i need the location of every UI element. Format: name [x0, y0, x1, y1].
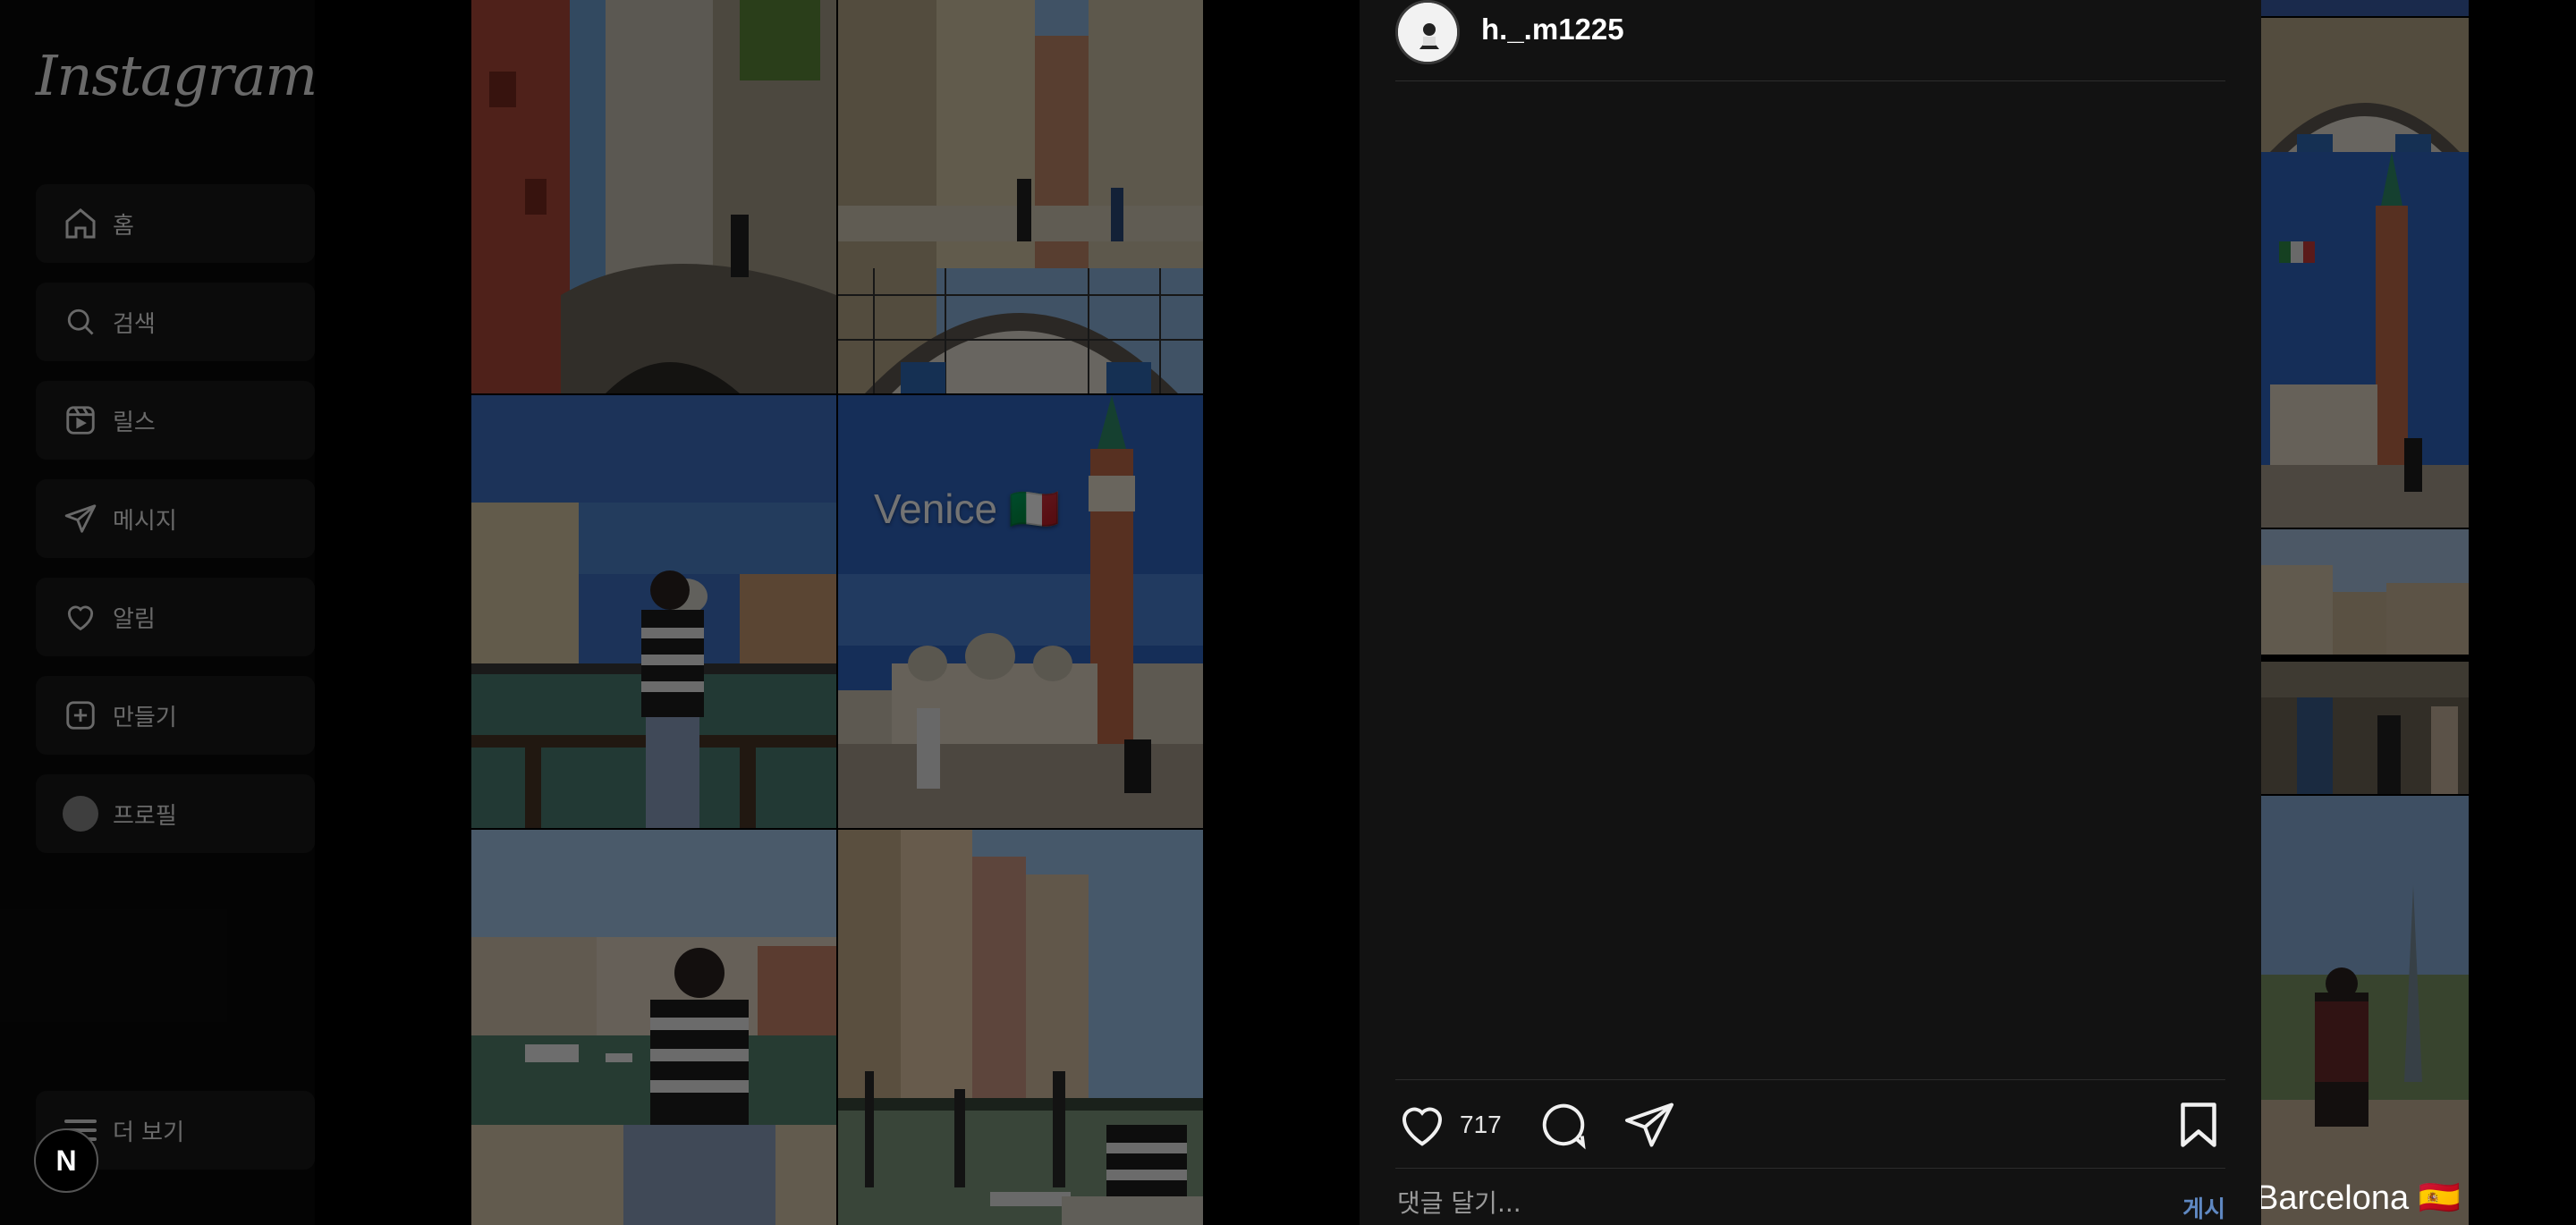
photo-venice-footbridge — [838, 0, 1203, 393]
send-icon — [61, 499, 100, 538]
photo-canal-seated — [471, 830, 836, 1225]
sidebar-item-create[interactable]: 만들기 — [36, 676, 315, 755]
sidebar-item-messages[interactable]: 메시지 — [36, 479, 315, 558]
sidebar-item-reels[interactable]: 릴스 — [36, 381, 315, 460]
like-button[interactable] — [1395, 1098, 1449, 1156]
sidebar-item-label: 만들기 — [113, 704, 177, 731]
sidebar-item-label: 검색 — [113, 310, 156, 338]
post-username[interactable]: h._.m1225 — [1481, 13, 1624, 46]
search-icon — [61, 302, 100, 342]
sidebar-item-label: 릴스 — [113, 409, 156, 436]
profile-avatar — [61, 794, 100, 833]
share-button[interactable] — [1623, 1098, 1676, 1156]
photo-caption-venice: Venice 🇮🇹 — [874, 486, 1061, 532]
sidebar-item-label: 홈 — [113, 212, 134, 240]
bookmark-icon — [2181, 1102, 2216, 1147]
sidebar-item-label: 더 보기 — [113, 1119, 185, 1146]
home-icon — [61, 204, 100, 243]
reels-icon — [61, 401, 100, 440]
photo-canal-dock — [838, 830, 1203, 1225]
sidebar-item-home[interactable]: 홈 — [36, 184, 315, 263]
photo-san-marco-campanile: Venice 🇮🇹 — [838, 395, 1203, 828]
comment-icon — [1542, 1103, 1586, 1150]
instagram-logo[interactable]: Instagram — [36, 43, 318, 108]
thumb-campanile — [2261, 152, 2469, 528]
comment-composer: 게시 — [1395, 1180, 2225, 1225]
post-actions-bar: 717 — [1395, 1079, 2225, 1169]
post-comment-button[interactable]: 게시 — [2182, 1191, 2225, 1224]
post-header: h._.m1225 — [1395, 0, 2225, 81]
like-count[interactable]: 717 — [1460, 1111, 1502, 1139]
user-avatar[interactable] — [1395, 0, 1460, 64]
thumb-top-strip — [2261, 0, 2469, 16]
heart-icon — [61, 597, 100, 637]
thumb-street-buildings — [2261, 529, 2469, 655]
post-detail-panel: h._.m1225 717 게시 — [1360, 0, 2261, 1225]
heart-icon — [1402, 1107, 1443, 1146]
plus-square-icon — [61, 696, 100, 735]
sidebar-item-profile[interactable]: 프로필 — [36, 774, 315, 853]
photo-caption-barcelona: Barcelona 🇪🇸 — [2256, 1179, 2461, 1217]
sidebar-item-search[interactable]: 검색 — [36, 283, 315, 361]
save-button[interactable] — [2172, 1098, 2225, 1156]
thumb-footbridge — [2261, 18, 2469, 152]
notion-badge[interactable]: N — [34, 1128, 98, 1193]
next-post-preview[interactable] — [2261, 0, 2469, 1225]
photo-venice-bridge — [471, 0, 836, 393]
sidebar-item-label: 알림 — [113, 605, 156, 633]
comment-button[interactable] — [1537, 1098, 1590, 1156]
sidebar: Instagram 홈 검색 릴스 메시지 알림 만들기 프로필 더 보기 — [0, 0, 318, 1225]
photo-grand-canal-rail — [471, 395, 836, 828]
post-photo-collage: Venice 🇮🇹 — [471, 0, 1203, 1225]
comment-input[interactable] — [1395, 1187, 2114, 1219]
thumb-barcelona — [2261, 796, 2469, 1225]
thumb-street-crowd — [2261, 662, 2469, 794]
sidebar-item-notifications[interactable]: 알림 — [36, 578, 315, 656]
sidebar-item-label: 메시지 — [113, 507, 177, 535]
send-icon — [1625, 1102, 1674, 1147]
sidebar-item-label: 프로필 — [113, 802, 177, 830]
